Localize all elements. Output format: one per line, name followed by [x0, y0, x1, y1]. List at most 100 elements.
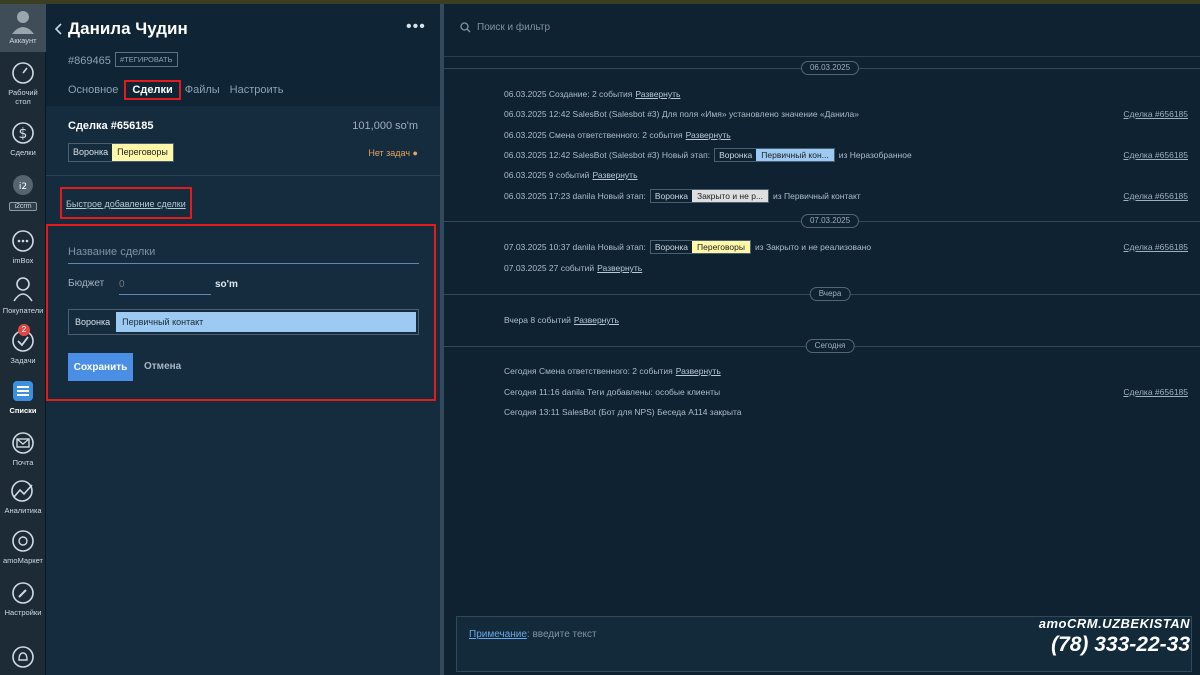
nav-dashboard-label: Рабочий стол — [8, 88, 38, 106]
quick-add-deal-form: Бюджет so'm Воронка Первичный контакт Со… — [46, 224, 436, 401]
date-separator: 07.03.2025 — [444, 214, 1200, 228]
stage-chip-pipeline: Воронка — [654, 242, 689, 252]
event-text: Сегодня Смена ответственного: 2 события — [504, 366, 673, 376]
nav-i2crm[interactable]: i2 i2crm — [0, 172, 46, 211]
deal-title[interactable]: Сделка #656185 — [68, 120, 154, 132]
deal-budget: 101,000 so'm — [352, 120, 418, 132]
nav-imbox-label: imBox — [12, 256, 34, 265]
feed-event: 06.03.2025 Смена ответственного: 2 событ… — [504, 127, 1194, 143]
brand-watermark: amoCRM.UZBEKISTAN (78) 333-22-33 — [1039, 616, 1190, 657]
stage-chip-stage: Переговоры — [692, 241, 750, 253]
expand-link[interactable]: Развернуть — [592, 170, 637, 180]
tab-deals[interactable]: Сделки — [124, 80, 181, 100]
nav-tasks-label: Задачи — [10, 356, 36, 365]
user-avatar-icon — [10, 8, 36, 34]
deal-pipeline-name: Воронка — [73, 147, 109, 157]
nav-mail[interactable]: Почта — [0, 430, 46, 467]
expand-link[interactable]: Развернуть — [574, 315, 619, 325]
feed-event: Вчера 8 событий Развернуть — [504, 312, 1194, 328]
feed-panel: Поиск и фильтр 06.03.2025 07.03.2025 Вче… — [444, 4, 1200, 675]
pipeline-stage-select[interactable]: Воронка Первичный контакт — [68, 309, 419, 335]
expand-link[interactable]: Развернуть — [686, 130, 731, 140]
feed-event: 07.03.2025 27 событий Развернуть — [504, 260, 1194, 276]
deal-name-input[interactable] — [68, 240, 419, 264]
nav-analytics[interactable]: Аналитика — [0, 478, 46, 515]
dollar-icon: $ — [10, 120, 36, 146]
svg-text:i2: i2 — [19, 182, 27, 192]
tab-configure[interactable]: Настроить — [230, 84, 284, 96]
budget-input[interactable] — [119, 275, 211, 295]
deal-card[interactable]: Сделка #656185 101,000 so'm Воронка Пере… — [46, 106, 440, 176]
lists-icon — [10, 378, 36, 404]
event-text: 06.03.2025 12:42 SalesBot (Salesbot #3) … — [504, 109, 859, 119]
feed-event: Сегодня Смена ответственного: 2 события … — [504, 363, 1194, 379]
customer-icon — [10, 276, 36, 302]
more-options-icon[interactable]: ••• — [406, 18, 426, 36]
note-prompt: Примечание: введите текст — [469, 629, 597, 640]
date-pill: 06.03.2025 — [800, 61, 860, 75]
chevron-left-icon[interactable] — [54, 22, 64, 40]
expand-link[interactable]: Развернуть — [597, 263, 642, 273]
checkmark-icon: 2 — [10, 324, 36, 354]
contact-name[interactable]: Данила Чудин — [68, 19, 188, 39]
nav-deals[interactable]: $ Сделки — [0, 120, 46, 157]
nav-market[interactable]: amoМаркет — [0, 528, 46, 565]
feed-event: 06.03.2025 12:42 SalesBot (Salesbot #3) … — [504, 147, 1194, 163]
nav-lists-label: Списки — [9, 406, 37, 415]
nav-account[interactable]: Аккаунт — [0, 4, 46, 52]
event-text: Вчера 8 событий — [504, 315, 571, 325]
nav-customers-label: Покупатели — [2, 306, 44, 315]
note-type-link[interactable]: Примечание — [469, 629, 527, 640]
search-icon — [460, 22, 471, 33]
nav-account-label: Аккаунт — [9, 36, 37, 45]
feed-event: 06.03.2025 9 событий Развернуть — [504, 167, 1194, 183]
tab-main[interactable]: Основное — [68, 84, 118, 96]
stage-chip: Воронка Закрыто и не р... — [649, 189, 770, 203]
search-placeholder: Поиск и фильтр — [477, 22, 551, 33]
feed-event: Сегодня 11:16 danila Теги добавлены: осо… — [504, 384, 1194, 400]
deal-link[interactable]: Сделка #656185 — [1123, 150, 1188, 160]
stage-chip-pipeline: Воронка — [654, 191, 689, 201]
currency-label: so'm — [215, 279, 238, 290]
event-text: 06.03.2025 Смена ответственного: 2 событ… — [504, 130, 683, 140]
stage-chip: Воронка Переговоры — [649, 240, 751, 254]
i2crm-icon: i2 — [10, 172, 36, 198]
event-text: 07.03.2025 27 событий — [504, 263, 595, 273]
deal-link[interactable]: Сделка #656185 — [1123, 387, 1188, 397]
wrench-icon — [10, 580, 36, 606]
cancel-button[interactable]: Отмена — [144, 361, 181, 372]
nav-dashboard[interactable]: Рабочий стол — [0, 60, 46, 106]
tasks-badge: 2 — [18, 324, 30, 336]
contact-tabs: Основное Сделки Файлы Настроить — [68, 80, 293, 100]
nav-settings[interactable]: Настройки — [0, 580, 46, 617]
deal-link[interactable]: Сделка #656185 — [1123, 191, 1188, 201]
expand-link[interactable]: Развернуть — [635, 89, 680, 99]
feed-event: Сегодня 13:11 SalesBot (Бот для NPS) Бес… — [504, 404, 1194, 420]
stage-chip-pipeline: Воронка — [719, 150, 753, 160]
deal-link[interactable]: Сделка #656185 — [1123, 242, 1188, 252]
no-tasks-status[interactable]: Нет задач ● — [368, 148, 418, 158]
stage-chip-stage: Первичный кон... — [756, 149, 834, 161]
date-pill: 07.03.2025 — [800, 214, 860, 228]
expand-link[interactable]: Развернуть — [676, 366, 721, 376]
contact-header: Данила Чудин ••• #869465 #ТЕГИРОВАТЬ Осн… — [46, 4, 440, 106]
quick-add-deal-link[interactable]: Быстрое добавление сделки — [60, 187, 192, 219]
nav-customers[interactable]: Покупатели — [0, 276, 46, 315]
stage-chip-stage: Закрыто и не р... — [692, 190, 769, 202]
nav-i2crm-label: i2crm — [9, 202, 37, 211]
search-filter[interactable]: Поиск и фильтр — [460, 22, 550, 33]
nav-mail-label: Почта — [12, 458, 34, 467]
tab-files[interactable]: Файлы — [185, 84, 220, 96]
nav-imbox[interactable]: imBox — [0, 228, 46, 265]
contact-panel: Данила Чудин ••• #869465 #ТЕГИРОВАТЬ Осн… — [46, 4, 440, 675]
deal-link[interactable]: Сделка #656185 — [1123, 109, 1188, 119]
event-text: 06.03.2025 17:23 danila Новый этап: — [504, 191, 646, 201]
save-button[interactable]: Сохранить — [68, 353, 133, 381]
nav-lists[interactable]: Списки — [0, 378, 46, 415]
nav-notifications[interactable] — [0, 644, 46, 670]
nav-tasks[interactable]: 2 Задачи — [0, 324, 46, 365]
bell-icon — [10, 644, 36, 670]
add-tag-button[interactable]: #ТЕГИРОВАТЬ — [115, 52, 178, 67]
brand-phone: (78) 333-22-33 — [1051, 633, 1190, 656]
date-pill: Сегодня — [805, 339, 855, 353]
